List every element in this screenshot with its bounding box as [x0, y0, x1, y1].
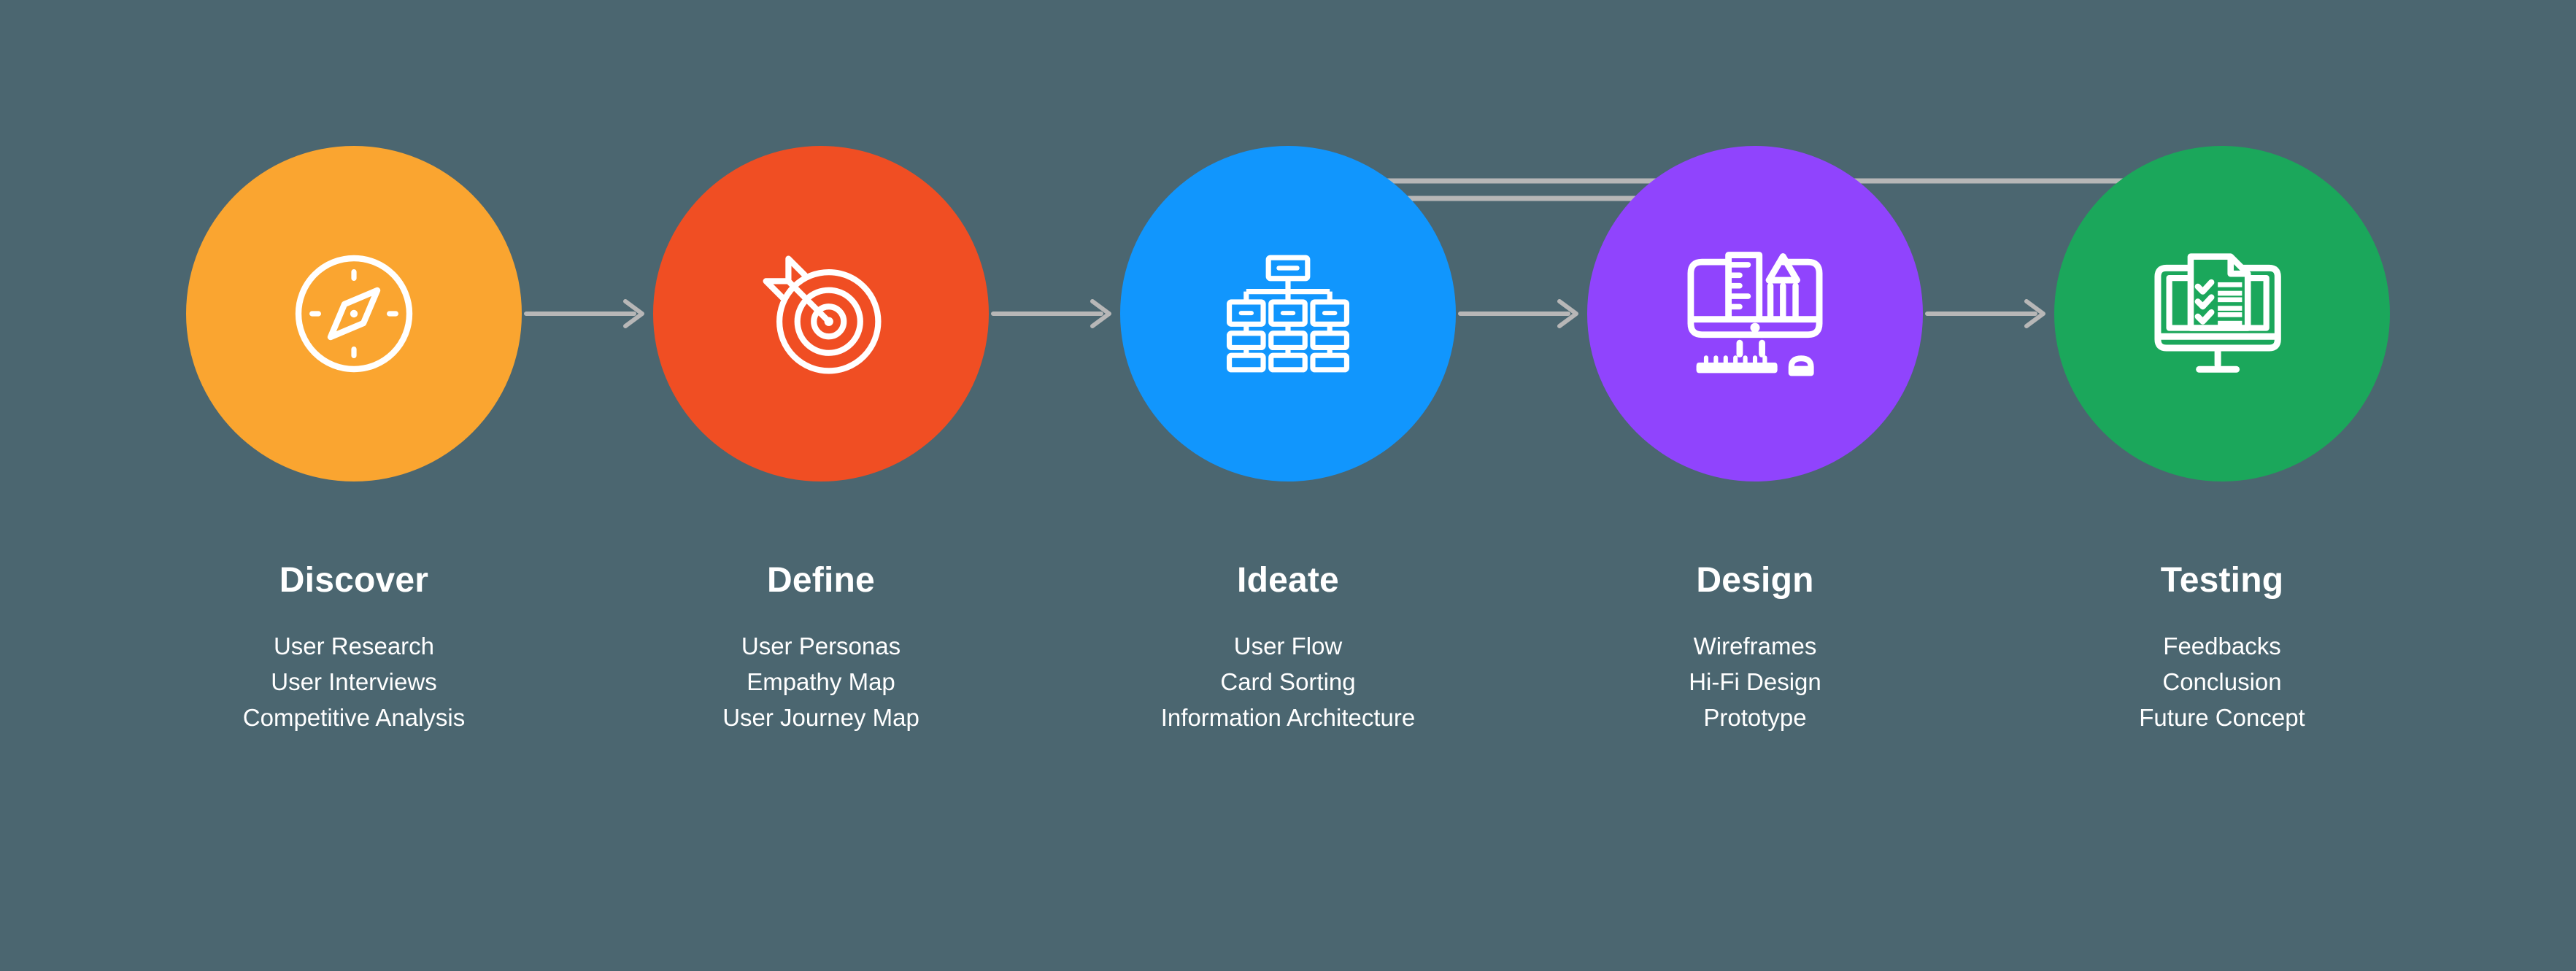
phase-design[interactable]: Design Wireframes Hi-Fi Design Prototype [1522, 0, 2045, 735]
phase-item: Hi-Fi Design [1689, 668, 1821, 695]
phase-labels: Design Wireframes Hi-Fi Design Prototype [1689, 563, 1821, 735]
phase-items-ideate: User Flow Card Sorting Information Archi… [1161, 629, 1416, 735]
phase-bubble-row [1989, 0, 2456, 576]
phase-item: User Personas [741, 632, 901, 659]
phase-bubble-define[interactable] [653, 146, 989, 481]
phase-item: Prototype [1703, 704, 1807, 731]
phase-item: Conclusion [2162, 668, 2282, 695]
phase-items-testing: Feedbacks Conclusion Future Concept [2139, 629, 2305, 735]
monitor-checklist-icon [2154, 253, 2281, 373]
phase-bubble-design[interactable] [1587, 146, 1923, 481]
phase-item: Card Sorting [1220, 668, 1356, 695]
phase-item: User Interviews [271, 668, 437, 695]
phase-define[interactable]: Define User Personas Empathy Map User Jo… [587, 0, 1111, 735]
phase-item: Future Concept [2139, 704, 2305, 731]
phase-ideate[interactable]: Ideate User Flow Card Sorting Informatio… [1054, 0, 1578, 735]
phase-item: User Research [273, 632, 435, 659]
phase-bubble-ideate[interactable] [1120, 146, 1456, 481]
phase-item: Competitive Analysis [242, 704, 466, 731]
phase-bubble-row [120, 0, 644, 576]
phase-item: User Flow [1233, 632, 1343, 659]
phase-item: Wireframes [1693, 632, 1817, 659]
phase-bubble-row [1054, 0, 1578, 576]
phase-item: Empathy Map [747, 668, 895, 695]
phase-item: Feedbacks [2163, 632, 2281, 659]
design-process-diagram: Discover User Research User Interviews C… [0, 0, 2576, 971]
phase-bubble-testing[interactable] [2054, 146, 2390, 481]
phase-labels: Testing Feedbacks Conclusion Future Conc… [2139, 563, 2305, 735]
phase-discover[interactable]: Discover User Research User Interviews C… [120, 0, 644, 735]
phase-labels: Discover User Research User Interviews C… [243, 563, 465, 735]
phase-bubble-row [587, 0, 1111, 576]
monitor-ruler-pencil-icon [1687, 252, 1823, 376]
phase-items-design: Wireframes Hi-Fi Design Prototype [1689, 629, 1821, 735]
phase-bubble-discover[interactable] [186, 146, 522, 481]
phase-testing[interactable]: Testing Feedbacks Conclusion Future Conc… [1989, 0, 2456, 735]
phase-item: Information Architecture [1160, 704, 1416, 731]
phase-items-discover: User Research User Interviews Competitiv… [243, 629, 465, 735]
compass-icon [295, 255, 413, 373]
target-arrow-icon [763, 255, 881, 374]
phase-bubble-row [1522, 0, 2045, 576]
sitemap-icon [1227, 255, 1349, 373]
phase-labels: Define User Personas Empathy Map User Jo… [722, 563, 919, 735]
phase-items-define: User Personas Empathy Map User Journey M… [722, 629, 919, 735]
phase-item: User Journey Map [722, 704, 919, 731]
phase-labels: Ideate User Flow Card Sorting Informatio… [1161, 563, 1416, 735]
phase-list: Discover User Research User Interviews C… [0, 0, 2576, 971]
